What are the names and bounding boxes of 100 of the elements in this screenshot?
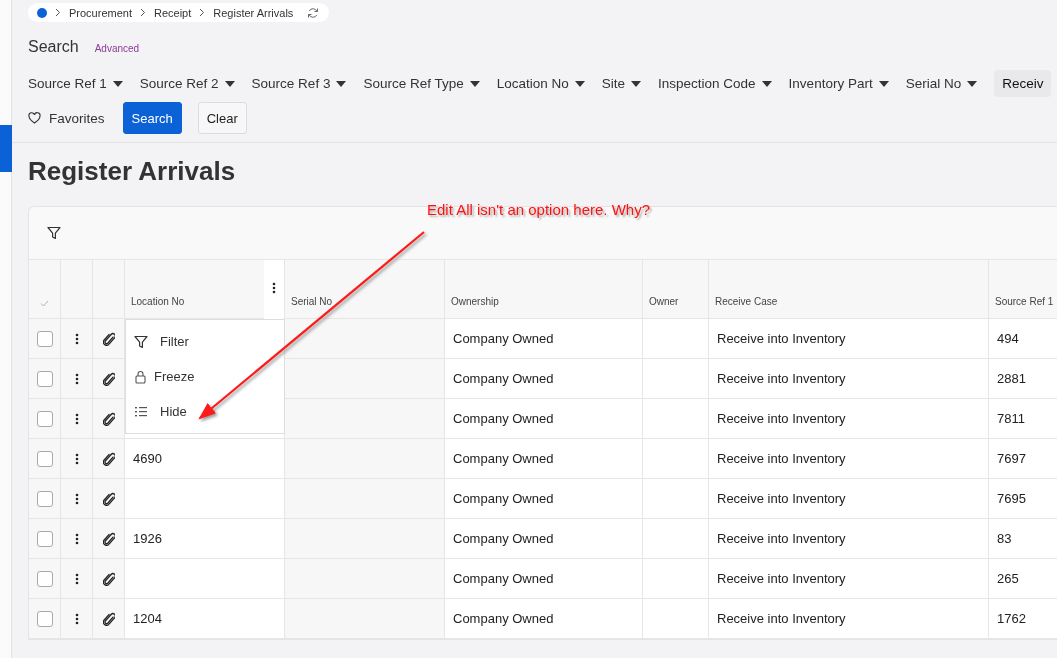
table-cell: Company Owned bbox=[445, 559, 643, 599]
table-cell bbox=[643, 479, 709, 519]
table-cell: Receive into Inventory bbox=[709, 399, 989, 439]
caret-icon bbox=[224, 80, 235, 87]
filter-dropdown[interactable]: Receiv bbox=[994, 70, 1052, 97]
table-cell: Receive into Inventory bbox=[709, 319, 989, 359]
refresh-icon bbox=[307, 6, 320, 19]
paperclip-icon bbox=[102, 411, 115, 426]
table-cell: 265 bbox=[989, 559, 1057, 599]
page-title: Register Arrivals bbox=[28, 156, 237, 186]
more-icon bbox=[74, 492, 79, 505]
column-header[interactable]: Owner bbox=[649, 296, 679, 307]
breadcrumb-link[interactable]: Receipt bbox=[154, 6, 192, 19]
more-icon bbox=[74, 412, 79, 425]
lock-icon bbox=[134, 369, 148, 384]
table-cell bbox=[643, 519, 709, 559]
menu-item[interactable]: Filter bbox=[126, 324, 284, 359]
table-cell: 1762 bbox=[989, 599, 1057, 639]
more-icon bbox=[74, 372, 79, 385]
search-button[interactable]: Search bbox=[122, 102, 182, 134]
column-header[interactable]: Source Ref 1 bbox=[995, 296, 1054, 307]
table-cell: Receive into Inventory bbox=[709, 559, 989, 599]
column-header[interactable]: Receive Case bbox=[715, 296, 778, 307]
table-cell: Receive into Inventory bbox=[709, 519, 989, 559]
row-checkbox[interactable] bbox=[36, 570, 53, 587]
filter-dropdown[interactable]: Site bbox=[601, 70, 659, 97]
filter-dropdown[interactable]: Source Ref Type bbox=[363, 70, 497, 97]
table-cell: Receive into Inventory bbox=[709, 479, 989, 519]
table-cell: Company Owned bbox=[445, 599, 643, 639]
table-cell: Receive into Inventory bbox=[709, 599, 989, 639]
filter-button[interactable] bbox=[45, 224, 63, 242]
home-icon bbox=[37, 7, 47, 18]
caret-icon bbox=[967, 80, 978, 87]
table-cell: Company Owned bbox=[445, 479, 643, 519]
menu-item[interactable]: Freeze bbox=[126, 359, 284, 394]
caret-icon bbox=[631, 80, 642, 87]
paperclip-icon bbox=[102, 331, 115, 346]
chevron-icon bbox=[140, 8, 146, 17]
more-icon bbox=[74, 612, 79, 625]
caret-icon bbox=[336, 80, 347, 87]
row-checkbox[interactable] bbox=[36, 450, 53, 467]
table-cell: Receive into Inventory bbox=[709, 439, 989, 479]
filter-dropdown[interactable]: Location No bbox=[496, 70, 602, 97]
paperclip-icon bbox=[102, 451, 115, 466]
breadcrumb-link[interactable]: Procurement bbox=[69, 6, 132, 19]
row-checkbox[interactable] bbox=[36, 530, 53, 547]
filter-dropdown[interactable]: Inventory Part bbox=[788, 70, 906, 97]
paperclip-icon bbox=[102, 611, 115, 626]
table-cell: 1926 bbox=[125, 519, 285, 559]
table-cell: Company Owned bbox=[445, 359, 643, 399]
filter-dropdown[interactable]: Source Ref 2 bbox=[139, 70, 252, 97]
caret-icon bbox=[469, 80, 480, 87]
filter-dropdown[interactable]: Source Ref 1 bbox=[28, 70, 140, 97]
table-cell: Receive into Inventory bbox=[709, 359, 989, 399]
advanced-link[interactable]: Advanced bbox=[94, 43, 140, 54]
row-checkbox[interactable] bbox=[36, 330, 53, 347]
more-icon bbox=[74, 332, 79, 345]
table-cell bbox=[643, 439, 709, 479]
table-cell bbox=[643, 399, 709, 439]
check-icon bbox=[40, 300, 49, 307]
table-cell: Company Owned bbox=[445, 439, 643, 479]
table-cell: 7811 bbox=[989, 399, 1057, 439]
more-icon bbox=[74, 572, 79, 585]
breadcrumb-link[interactable]: Register Arrivals bbox=[213, 6, 294, 19]
table-cell: 4690 bbox=[125, 439, 285, 479]
filter-dropdown[interactable]: Source Ref 3 bbox=[251, 70, 364, 97]
table-cell: 83 bbox=[989, 519, 1057, 559]
clear-button[interactable]: Clear bbox=[197, 102, 247, 134]
caret-icon bbox=[878, 80, 889, 87]
column-header[interactable]: Location No bbox=[131, 296, 185, 307]
caret-icon bbox=[112, 80, 123, 87]
column-header[interactable]: Serial No bbox=[291, 296, 333, 307]
favorites-button[interactable]: Favorites bbox=[28, 110, 105, 126]
caret-icon bbox=[574, 80, 585, 87]
table-cell: Company Owned bbox=[445, 319, 643, 359]
table-cell: 7695 bbox=[989, 479, 1057, 519]
annotation-text: Edit All isn't an option here. Why? bbox=[427, 201, 650, 218]
more-icon bbox=[74, 532, 79, 545]
table-cell bbox=[643, 359, 709, 399]
row-checkbox[interactable] bbox=[36, 410, 53, 427]
paperclip-icon bbox=[102, 531, 115, 546]
search-heading: Search bbox=[28, 38, 79, 56]
filter-dropdown[interactable]: Serial No bbox=[905, 70, 995, 97]
more-icon[interactable] bbox=[272, 282, 276, 294]
filter-icon bbox=[134, 334, 148, 349]
table-cell bbox=[643, 559, 709, 599]
row-checkbox[interactable] bbox=[36, 370, 53, 387]
row-checkbox[interactable] bbox=[36, 490, 53, 507]
caret-icon bbox=[761, 80, 772, 87]
column-header[interactable]: Ownership bbox=[451, 296, 499, 307]
chevron-icon bbox=[199, 8, 206, 17]
row-checkbox[interactable] bbox=[36, 610, 53, 627]
table-cell: Company Owned bbox=[445, 399, 643, 439]
table-cell: 2881 bbox=[989, 359, 1057, 399]
paperclip-icon bbox=[102, 571, 115, 586]
table-cell: 7697 bbox=[989, 439, 1057, 479]
sidebar-indicator bbox=[0, 125, 12, 172]
chevron-icon bbox=[55, 8, 61, 17]
menu-item[interactable]: Hide bbox=[126, 394, 284, 429]
filter-dropdown[interactable]: Inspection Code bbox=[658, 70, 789, 97]
